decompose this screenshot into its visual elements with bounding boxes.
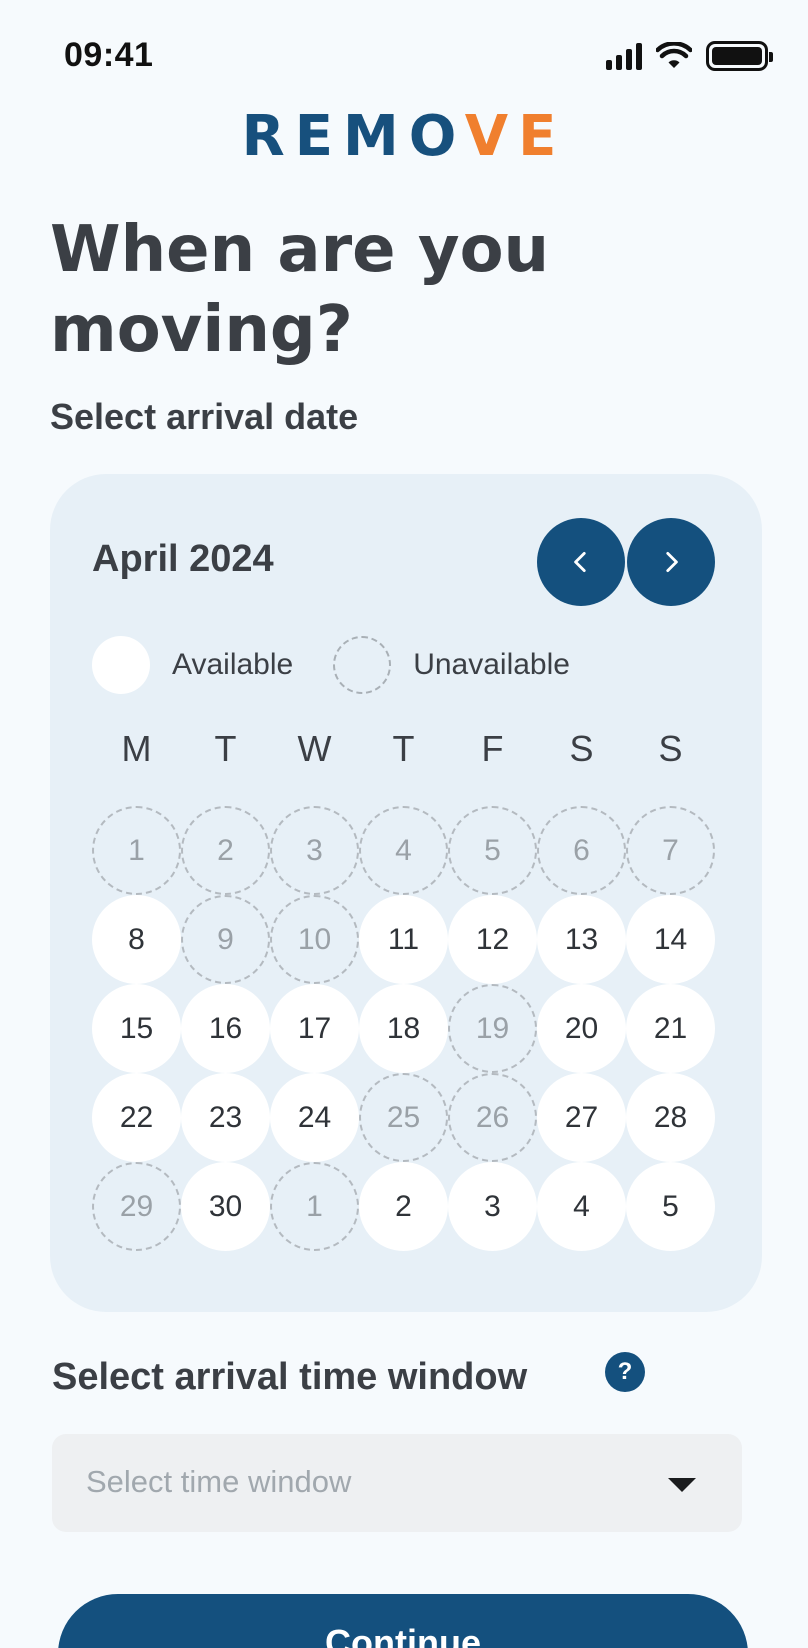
next-month-button[interactable]: [627, 518, 715, 606]
calendar-day-unavailable: 2: [181, 806, 270, 895]
remove-logo: REMOVE: [0, 104, 808, 169]
calendar-day-unavailable: 7: [626, 806, 715, 895]
weekday-label: W: [297, 728, 332, 769]
calendar-day-available[interactable]: 28: [626, 1073, 715, 1162]
calendar-day-unavailable: 25: [359, 1073, 448, 1162]
calendar-day-available[interactable]: 15: [92, 984, 181, 1073]
calendar-day-available[interactable]: 30: [181, 1162, 270, 1251]
calendar-day-unavailable: 5: [448, 806, 537, 895]
calendar-legend: Available Unavailable: [92, 636, 610, 694]
calendar-day-unavailable: 6: [537, 806, 626, 895]
calendar-day-available[interactable]: 27: [537, 1073, 626, 1162]
logo-text-orange: VE: [464, 104, 567, 169]
calendar-day-available[interactable]: 21: [626, 984, 715, 1073]
arrival-time-window-label: Select arrival time window: [52, 1356, 528, 1398]
calendar-day-available[interactable]: 5: [626, 1162, 715, 1251]
calendar-day-available[interactable]: 4: [537, 1162, 626, 1251]
calendar-day-unavailable: 1: [270, 1162, 359, 1251]
help-icon[interactable]: ?: [605, 1352, 645, 1392]
time-window-placeholder: Select time window: [86, 1464, 352, 1499]
weekday-header: M T W T F S S: [92, 728, 715, 770]
chevron-right-icon: [666, 551, 678, 573]
status-icons: [606, 38, 773, 74]
calendar-day-available[interactable]: 17: [270, 984, 359, 1073]
calendar-day-unavailable: 1: [92, 806, 181, 895]
continue-button[interactable]: Continue: [58, 1594, 748, 1648]
time-window-select[interactable]: Select time window: [52, 1434, 742, 1532]
status-bar: 09:41: [0, 0, 808, 110]
page-title: When are you moving?: [50, 213, 550, 367]
weekday-label: M: [121, 728, 152, 769]
wifi-icon: [656, 42, 692, 68]
calendar-day-available[interactable]: 18: [359, 984, 448, 1073]
cellular-signal-icon: [606, 42, 642, 70]
calendar-day-unavailable: 3: [270, 806, 359, 895]
logo-text-blue: REMO: [241, 104, 465, 169]
battery-icon: [706, 41, 773, 71]
calendar-day-unavailable: 4: [359, 806, 448, 895]
calendar-day-grid: 1 2 3 4 5 6 7 8 9 10 11 12 13 14 15 16 17 18 19 20 21 22 23 24 2…: [92, 806, 715, 1251]
calendar-day-unavailable: 29: [92, 1162, 181, 1251]
weekday-label: F: [481, 728, 504, 769]
previous-month-button[interactable]: [537, 518, 625, 606]
weekday-label: T: [214, 728, 237, 769]
calendar-day-unavailable: 19: [448, 984, 537, 1073]
calendar-day-available[interactable]: 2: [359, 1162, 448, 1251]
weekday-label: S: [569, 728, 594, 769]
available-legend-label: Available: [172, 648, 294, 681]
calendar: April 2024 Available Unavailable M T W T…: [50, 474, 762, 1312]
calendar-day-available[interactable]: 22: [92, 1073, 181, 1162]
weekday-label: S: [658, 728, 683, 769]
calendar-day-unavailable: 9: [181, 895, 270, 984]
calendar-day-available[interactable]: 3: [448, 1162, 537, 1251]
calendar-day-available[interactable]: 13: [537, 895, 626, 984]
unavailable-legend-label: Unavailable: [413, 648, 570, 681]
calendar-day-available[interactable]: 16: [181, 984, 270, 1073]
unavailable-indicator: [333, 636, 392, 694]
chevron-left-icon: [574, 551, 586, 573]
arrival-date-label: Select arrival date: [50, 396, 359, 437]
calendar-day-unavailable: 26: [448, 1073, 537, 1162]
calendar-day-available[interactable]: 14: [626, 895, 715, 984]
weekday-label: T: [392, 728, 415, 769]
calendar-month-label: April 2024: [92, 538, 274, 580]
calendar-day-available[interactable]: 8: [92, 895, 181, 984]
calendar-day-unavailable: 10: [270, 895, 359, 984]
calendar-day-available[interactable]: 12: [448, 895, 537, 984]
calendar-day-available[interactable]: 24: [270, 1073, 359, 1162]
calendar-day-available[interactable]: 20: [537, 984, 626, 1073]
calendar-day-available[interactable]: 23: [181, 1073, 270, 1162]
calendar-day-available[interactable]: 11: [359, 895, 448, 984]
caret-down-icon: [668, 1478, 696, 1492]
status-time: 09:41: [64, 36, 154, 74]
available-indicator: [92, 636, 150, 694]
